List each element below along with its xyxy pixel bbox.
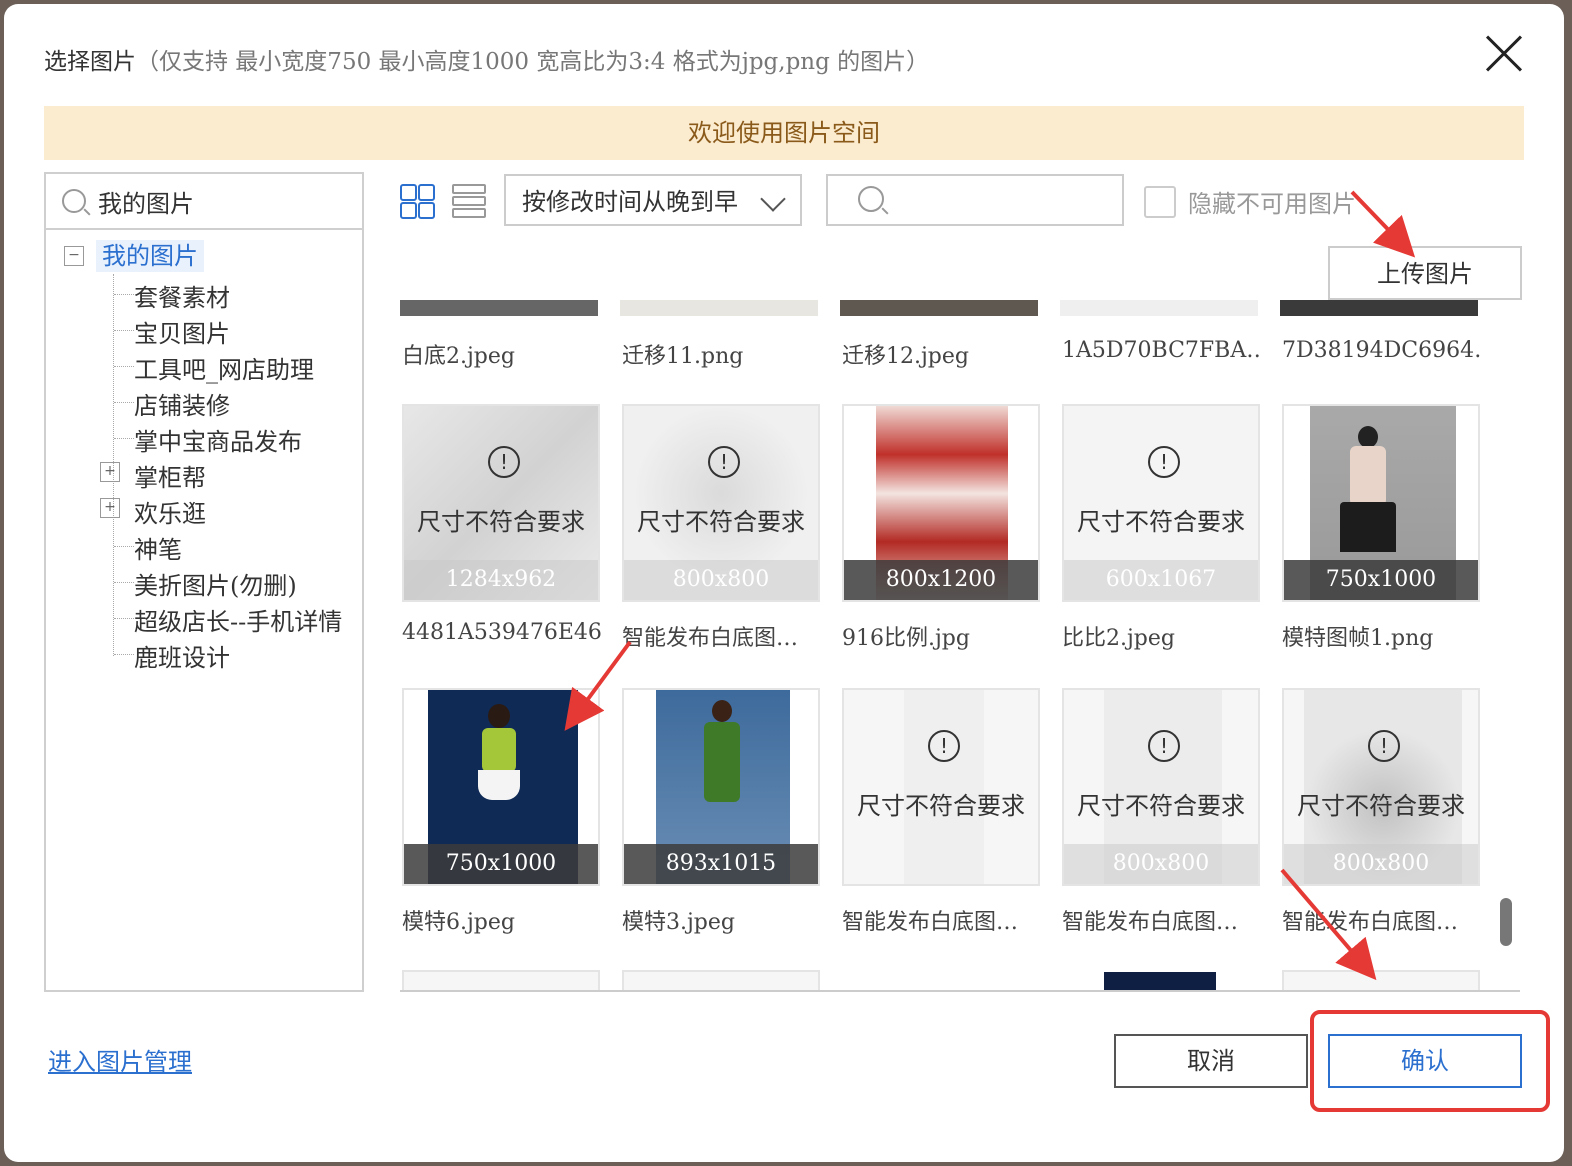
- annotation-arrow-image: [564, 640, 632, 731]
- annotation-arrow-confirm: [1280, 868, 1377, 981]
- annotation-arrows: [564, 190, 1416, 981]
- annotation-arrow-upload: [1350, 190, 1416, 258]
